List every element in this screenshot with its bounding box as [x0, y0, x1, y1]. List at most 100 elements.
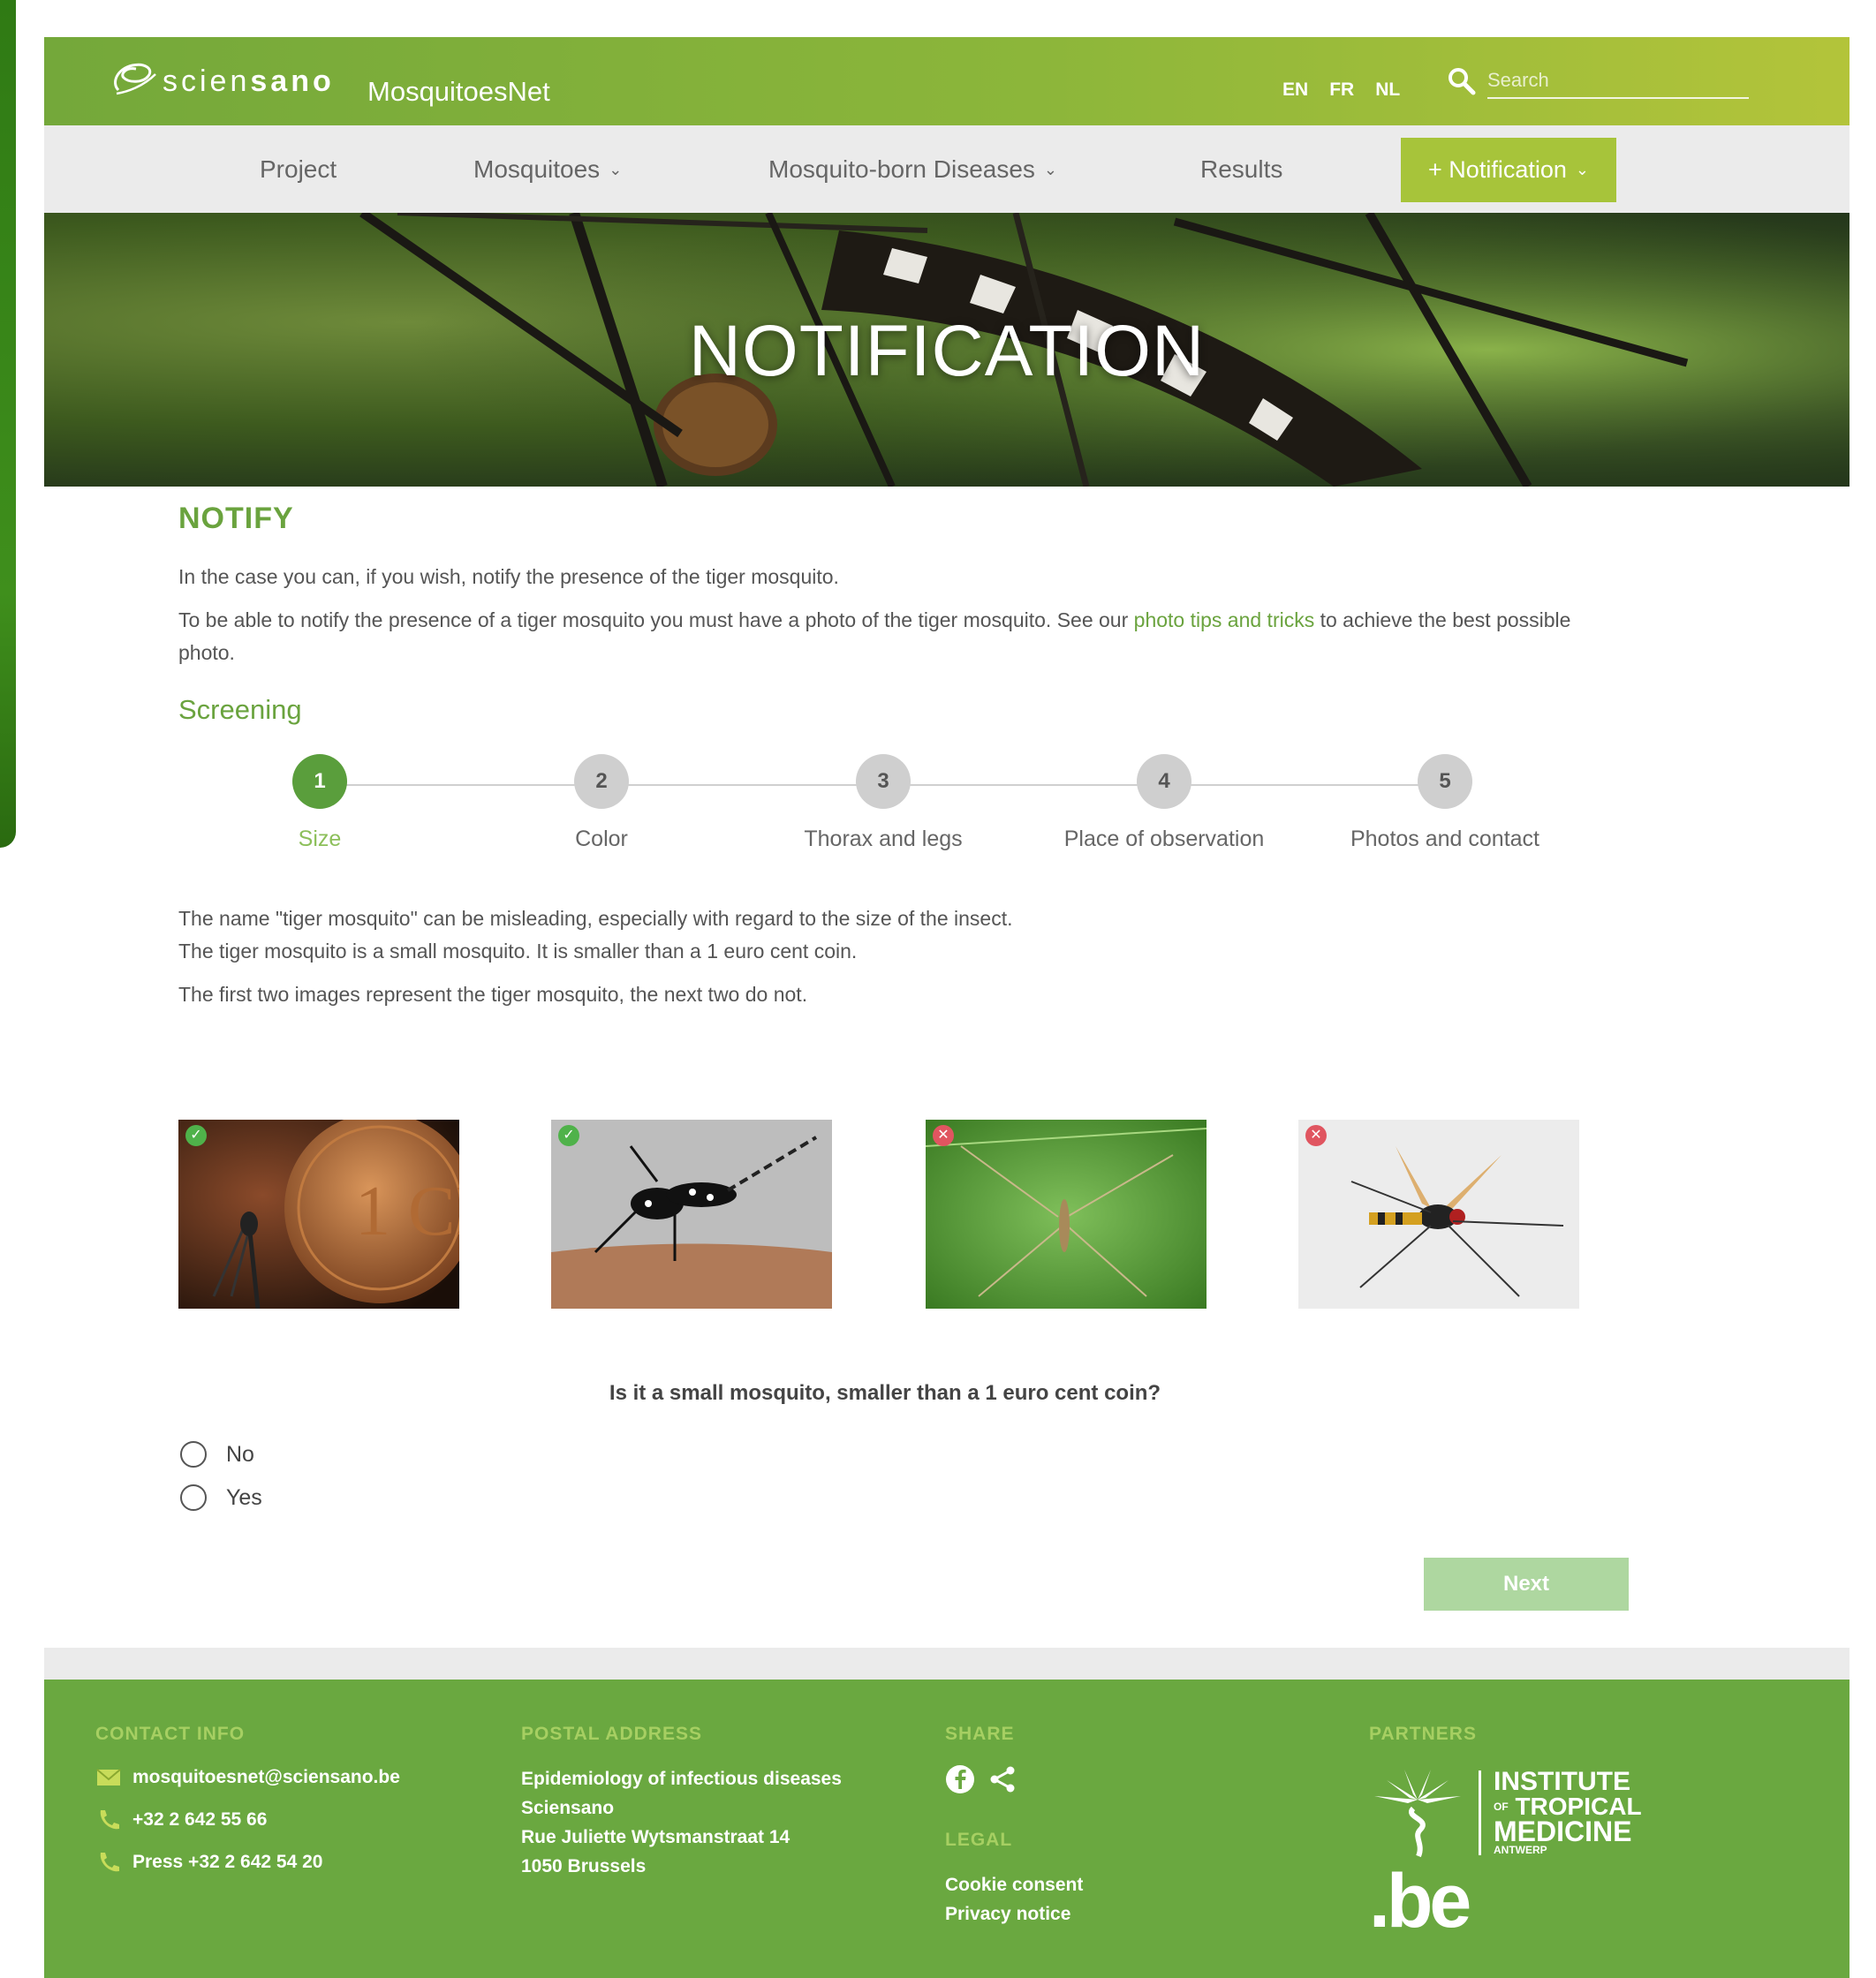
- phone-icon: [100, 1810, 119, 1830]
- address-line: 1050 Brussels: [521, 1856, 647, 1876]
- nav-item-results[interactable]: Results: [1200, 155, 1282, 184]
- images-description: The first two images represent the tiger…: [178, 983, 808, 1006]
- be-logo[interactable]: .be: [1369, 1861, 1642, 1941]
- section-title-screening: Screening: [178, 694, 302, 725]
- radio-no[interactable]: [180, 1441, 207, 1468]
- option-no[interactable]: No: [180, 1441, 254, 1468]
- footer-heading: PARTNERS: [1369, 1724, 1477, 1744]
- privacy-notice-link[interactable]: Privacy notice: [945, 1899, 1083, 1929]
- sciensano-logo[interactable]: sciensano: [110, 57, 335, 101]
- intro-text-photo: To be able to notify the presence of a t…: [178, 604, 1627, 669]
- footer-heading: CONTACT INFO: [95, 1724, 246, 1744]
- step-label: Photos and contact: [1350, 827, 1540, 851]
- check-icon: ✓: [558, 1125, 579, 1146]
- page-title: NOTIFY: [178, 502, 294, 535]
- footer-phone[interactable]: +32 2 642 55 66: [95, 1807, 400, 1833]
- search-input[interactable]: [1487, 64, 1749, 99]
- example-image-coin: 1 CENT ✓: [178, 1120, 459, 1309]
- coin-denomination: 1 CENT: [355, 1173, 459, 1250]
- radio-yes[interactable]: [180, 1484, 207, 1511]
- top-bar: sciensano MosquitoesNet EN FR NL: [44, 37, 1850, 125]
- itm-logo[interactable]: INSTITUTE OF TROPICAL MEDICINE ANTWERP: [1369, 1764, 1642, 1861]
- nav-item-mosquito-born-diseases[interactable]: Mosquito-born Diseases ⌄: [768, 155, 1057, 184]
- hero-banner: NOTIFICATION: [44, 213, 1850, 487]
- screening-stepper: 1 Size 2 Color 3 Thorax and legs 4 Place…: [178, 744, 1627, 858]
- facebook-icon[interactable]: [945, 1764, 975, 1794]
- address-line: Rue Juliette Wytsmanstraat 14: [521, 1827, 790, 1847]
- screening-question: Is it a small mosquito, smaller than a 1…: [609, 1381, 1161, 1405]
- itm-logo-line: INSTITUTE: [1494, 1767, 1630, 1796]
- size-description: The name "tiger mosquito" can be mislead…: [178, 907, 1013, 930]
- step-thorax-and-legs[interactable]: 3 Thorax and legs: [751, 754, 1016, 852]
- main-content: NOTIFY In the case you can, if you wish,…: [178, 502, 1629, 1611]
- next-button[interactable]: Next: [1424, 1558, 1629, 1611]
- footer-heading: LEGAL: [945, 1830, 1013, 1850]
- lang-en[interactable]: EN: [1282, 79, 1308, 101]
- press-phone-number[interactable]: Press +32 2 642 54 20: [132, 1852, 322, 1873]
- nav-item-label: Project: [260, 155, 337, 183]
- intro-text-part: To be able to notify the presence of a t…: [178, 608, 1134, 631]
- step-size[interactable]: 1 Size: [187, 754, 452, 852]
- cross-icon: ✕: [933, 1125, 954, 1146]
- nav-item-label: Results: [1200, 155, 1283, 183]
- option-label: No: [226, 1441, 254, 1467]
- step-photos-and-contact[interactable]: 5 Photos and contact: [1312, 754, 1577, 852]
- step-number: 2: [574, 754, 629, 809]
- step-label: Thorax and legs: [804, 827, 963, 851]
- photo-tips-link[interactable]: photo tips and tricks: [1134, 608, 1315, 631]
- example-images: 1 CENT ✓ ✓: [178, 1120, 1627, 1310]
- footer-contact: CONTACT INFO mosquitoesnet@sciensano.be …: [95, 1724, 400, 1891]
- step-color[interactable]: 2 Color: [469, 754, 734, 852]
- page: sciensano MosquitoesNet EN FR NL Project…: [44, 37, 1850, 487]
- address-line: Epidemiology of infectious diseases: [521, 1769, 842, 1789]
- search-icon[interactable]: [1447, 66, 1477, 96]
- intro-text: In the case you can, if you wish, notify…: [178, 565, 839, 588]
- step-label: Size: [298, 827, 342, 851]
- hero-title: NOTIFICATION: [688, 311, 1206, 391]
- nav-item-mosquitoes[interactable]: Mosquitoes ⌄: [473, 155, 622, 184]
- main-nav: Project Mosquitoes ⌄ Mosquito-born Disea…: [44, 125, 1850, 213]
- share-icon[interactable]: [987, 1764, 1017, 1794]
- phone-icon: [100, 1853, 119, 1872]
- step-label: Place of observation: [1063, 827, 1265, 851]
- example-image-skin: ✓: [551, 1120, 832, 1309]
- sciensano-wordmark: sciensano: [163, 64, 335, 98]
- cookie-consent-link[interactable]: Cookie consent: [945, 1870, 1083, 1899]
- site-name[interactable]: MosquitoesNet: [367, 76, 550, 108]
- envelope-icon: [96, 1769, 121, 1785]
- check-icon: ✓: [185, 1125, 207, 1146]
- notification-menu-button[interactable]: + Notification ⌄: [1401, 138, 1616, 202]
- mosquito-coin-photo: 1 CENT: [178, 1120, 459, 1309]
- itm-logo-divider: [1479, 1770, 1481, 1855]
- lang-nl[interactable]: NL: [1375, 79, 1400, 101]
- footer-heading: POSTAL ADDRESS: [521, 1724, 702, 1744]
- example-image-grass: ✕: [926, 1120, 1207, 1309]
- step-place-of-observation[interactable]: 4 Place of observation: [1032, 754, 1297, 852]
- footer: CONTACT INFO mosquitoesnet@sciensano.be …: [44, 1680, 1850, 1978]
- lang-fr[interactable]: FR: [1329, 79, 1354, 101]
- crane-fly-wall-photo: [1298, 1120, 1579, 1309]
- step-number: 5: [1418, 754, 1472, 809]
- nav-item-label: Mosquitoes: [473, 155, 601, 183]
- itm-logo-line: MEDICINE: [1494, 1816, 1632, 1847]
- itm-logo-text: INSTITUTE OF TROPICAL MEDICINE ANTWERP: [1494, 1767, 1642, 1857]
- step-label: Color: [575, 827, 628, 851]
- example-image-wall: ✕: [1298, 1120, 1579, 1309]
- address-line: Sciensano: [521, 1798, 615, 1818]
- size-description: The tiger mosquito is a small mosquito. …: [178, 940, 858, 963]
- footer-email[interactable]: mosquitoesnet@sciensano.be: [95, 1764, 400, 1791]
- footer-heading: SHARE: [945, 1724, 1015, 1744]
- step-number: 4: [1137, 754, 1191, 809]
- sciensano-logo-icon: [114, 63, 156, 95]
- chevron-down-icon: ⌄: [1043, 160, 1058, 178]
- step-number: 1: [292, 754, 347, 809]
- email-link[interactable]: mosquitoesnet@sciensano.be: [132, 1767, 400, 1788]
- option-yes[interactable]: Yes: [180, 1484, 262, 1511]
- mosquito-skin-photo: [551, 1120, 832, 1309]
- chevron-down-icon: ⌄: [1575, 161, 1589, 178]
- phone-number[interactable]: +32 2 642 55 66: [132, 1809, 267, 1831]
- footer-press-phone[interactable]: Press +32 2 642 54 20: [95, 1849, 400, 1876]
- nav-item-label: Mosquito-born Diseases: [768, 155, 1035, 183]
- nav-item-project[interactable]: Project: [260, 155, 337, 184]
- search-bar: [1447, 64, 1749, 99]
